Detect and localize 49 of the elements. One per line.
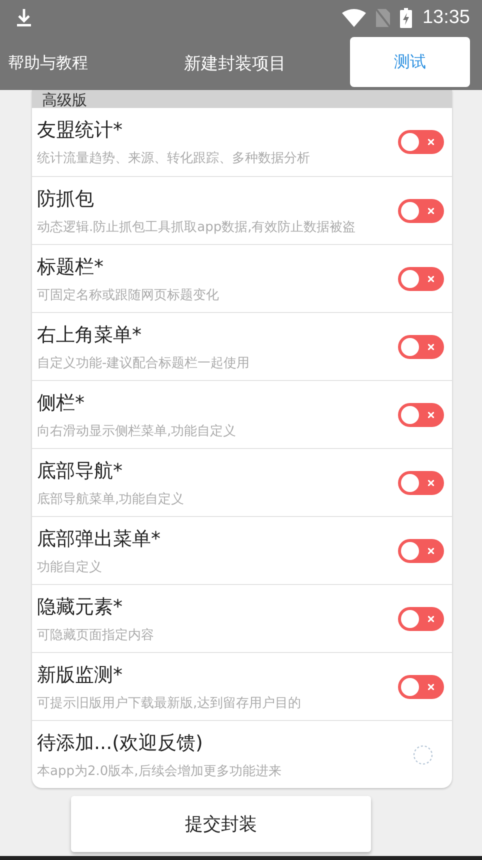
- feature-description: 可固定名称或跟随网页标题变化: [37, 286, 220, 304]
- feature-title: 右上角菜单*: [37, 322, 142, 348]
- feature-title: 防抓包: [37, 186, 95, 212]
- status-time: 13:35: [422, 7, 470, 29]
- feature-description: 可提示旧版用户下载最新版,达到留存用户目的: [37, 694, 302, 712]
- submit-button[interactable]: 提交封装: [71, 796, 371, 852]
- cross-icon: [428, 480, 434, 486]
- feature-title: 待添加...(欢迎反馈): [37, 730, 204, 756]
- feature-title: 底部弹出菜单*: [37, 526, 162, 552]
- cross-icon: [428, 208, 434, 214]
- cross-icon: [428, 344, 434, 350]
- toggle-switch[interactable]: [398, 130, 444, 154]
- toggle-switch[interactable]: [398, 470, 444, 494]
- feature-description: 本app为2.0版本,后续会增加更多功能进来: [37, 762, 282, 780]
- cross-icon: [428, 276, 434, 282]
- toggle-switch[interactable]: [398, 606, 444, 630]
- feature-title: 侧栏*: [37, 390, 86, 416]
- no-sim-icon: [376, 9, 390, 27]
- feature-title: 标题栏*: [37, 254, 104, 280]
- wifi-icon: [342, 9, 366, 27]
- battery-charging-icon: [400, 8, 412, 28]
- cross-icon: [428, 548, 434, 554]
- cross-icon: [428, 139, 434, 145]
- section-title: 高级版: [42, 93, 87, 108]
- toggle-switch[interactable]: [398, 402, 444, 426]
- toggle-switch[interactable]: [398, 266, 444, 290]
- test-button[interactable]: 测试: [350, 37, 470, 87]
- feature-description: 可隐藏页面指定内容: [37, 626, 155, 644]
- toggle-switch[interactable]: [398, 674, 444, 698]
- feature-description: 动态逻辑.防止抓包工具抓取app数据,有效防止数据被盗: [37, 218, 357, 236]
- feature-description: 自定义功能-建议配合标题栏一起使用: [37, 354, 251, 372]
- feature-title: 新版监测*: [37, 662, 124, 688]
- help-link[interactable]: 帮助与教程: [8, 52, 138, 74]
- feature-description: 功能自定义: [37, 558, 103, 576]
- cross-icon: [428, 684, 434, 690]
- feature-title: 友盟统计*: [37, 118, 124, 143]
- download-icon: [16, 9, 32, 27]
- feature-title: 隐藏元素*: [37, 594, 124, 620]
- toggle-switch[interactable]: [398, 538, 444, 562]
- loading-icon: [412, 744, 434, 766]
- toggle-switch[interactable]: [398, 334, 444, 358]
- cross-icon: [428, 616, 434, 622]
- feature-title: 底部导航*: [37, 458, 124, 484]
- cross-icon: [428, 412, 434, 418]
- feature-description: 向右滑动显示侧栏菜单,功能自定义: [37, 422, 238, 440]
- page-title: 新建封装项目: [183, 52, 287, 74]
- toggle-switch[interactable]: [398, 198, 444, 222]
- feature-description: 底部导航菜单,功能自定义: [37, 490, 186, 508]
- feature-description: 统计流量趋势、来源、转化跟踪、多种数据分析: [37, 150, 311, 167]
